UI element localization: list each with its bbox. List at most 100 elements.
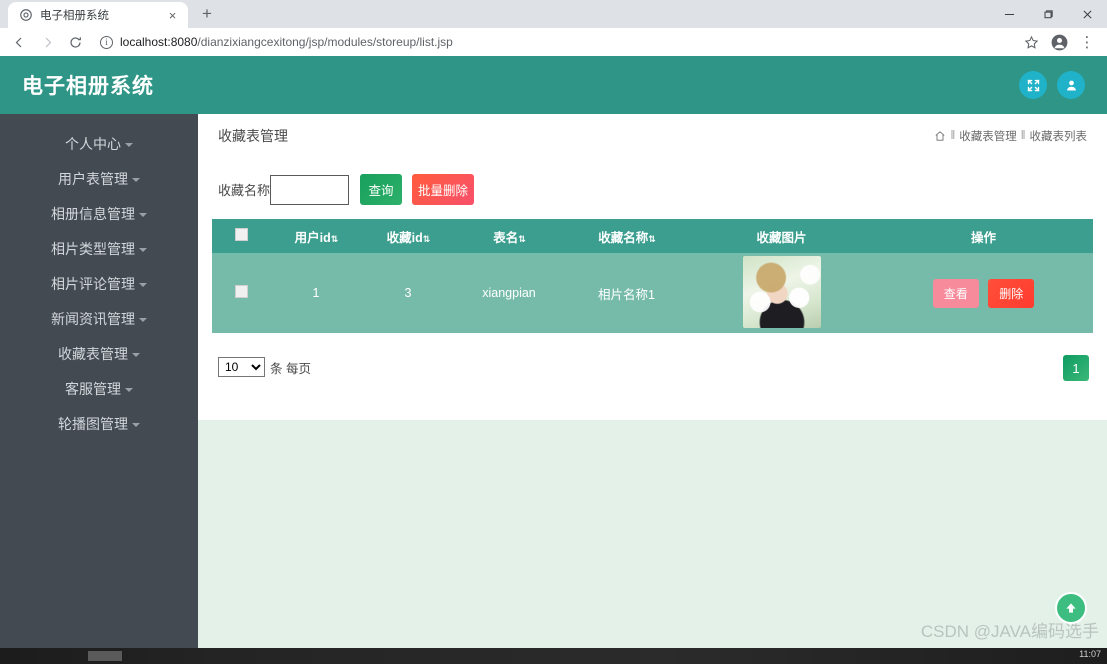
- cell-user-id: 1: [312, 286, 320, 300]
- maximize-icon[interactable]: [1029, 0, 1068, 28]
- sidebar-item-label: 相片评论管理: [51, 275, 135, 292]
- browser-window: 电子相册系统 × + i localhost:8080/dianzixiangc…: [0, 0, 1107, 664]
- site-info-icon[interactable]: i: [100, 35, 113, 49]
- app-title: 电子相册系统: [22, 75, 154, 98]
- scroll-to-top-button[interactable]: [1055, 592, 1087, 624]
- batch-delete-button[interactable]: 批量删除: [412, 174, 475, 205]
- close-icon[interactable]: [1068, 0, 1107, 28]
- sidebar-item-label: 新闻资讯管理: [51, 310, 135, 327]
- chevron-down-icon: [132, 423, 140, 427]
- address-bar[interactable]: i localhost:8080/dianzixiangcexitong/jsp…: [94, 31, 1017, 53]
- sort-icon: ⇅: [518, 233, 525, 244]
- table-head: 用户id⇅ 收藏id⇅ 表名⇅ 收藏名称⇅ 收藏图片 操作: [212, 219, 1093, 253]
- table-body: 1 3 xiangpian 相片名称1 查看 删除: [212, 253, 1093, 333]
- cell-table-name: xiangpian: [482, 286, 536, 300]
- sort-icon: ⇅: [422, 233, 430, 244]
- column-label: 收藏图片: [756, 230, 807, 245]
- tab-strip: 电子相册系统 × +: [0, 0, 1107, 28]
- url-text: localhost:8080/dianzixiangcexitong/jsp/m…: [120, 35, 453, 49]
- taskbar-item[interactable]: [88, 651, 122, 661]
- breadcrumb: ‖ 收藏表管理 ‖ 收藏表列表: [934, 128, 1087, 144]
- tab-title: 电子相册系统: [40, 10, 109, 22]
- sidebar: 个人中心 用户表管理 相册信息管理 相片类型管理 相片评论管理 新闻资讯管理 收…: [0, 114, 198, 648]
- content-area: 收藏表管理 ‖ 收藏表管理 ‖ 收藏表列表 收藏名称 查询 批量删除 用户id⇅…: [198, 114, 1107, 648]
- sidebar-item-label: 相片类型管理: [51, 240, 135, 257]
- chevron-down-icon: [139, 248, 147, 252]
- cell-actions: 查看 删除: [874, 253, 1093, 333]
- cell-storeup-image: [689, 253, 874, 333]
- sort-icon: ⇅: [648, 233, 655, 244]
- column-label: 收藏id: [386, 230, 423, 245]
- search-input[interactable]: [270, 174, 350, 205]
- sidebar-item-photo-comment[interactable]: 相片评论管理: [0, 266, 198, 301]
- chevron-down-icon: [125, 388, 133, 392]
- column-storeup-image: 收藏图片: [689, 219, 874, 253]
- url-path: /dianzixiangcexitong/jsp/modules/storeup…: [197, 35, 453, 49]
- chevron-down-icon: [132, 353, 140, 357]
- select-all-checkbox[interactable]: [234, 228, 248, 241]
- search-label: 收藏名称: [218, 183, 271, 198]
- chevron-down-icon: [139, 283, 147, 287]
- column-label: 表名: [493, 230, 519, 245]
- sidebar-item-customer-service[interactable]: 客服管理: [0, 371, 198, 406]
- tab-close-icon[interactable]: ×: [165, 8, 180, 23]
- back-icon[interactable]: [6, 29, 32, 55]
- toolbar-actions: ⋮: [1019, 30, 1101, 54]
- sidebar-item-user-table[interactable]: 用户表管理: [0, 161, 198, 196]
- browser-tab[interactable]: 电子相册系统 ×: [8, 2, 188, 28]
- column-user-id[interactable]: 用户id⇅: [270, 219, 362, 253]
- page-title: 收藏表管理: [218, 128, 288, 144]
- sidebar-item-personal-center[interactable]: 个人中心: [0, 126, 198, 161]
- window-controls: [990, 0, 1107, 28]
- column-storeup-name[interactable]: 收藏名称⇅: [564, 219, 689, 253]
- sidebar-item-news[interactable]: 新闻资讯管理: [0, 301, 198, 336]
- sidebar-item-photo-type[interactable]: 相片类型管理: [0, 231, 198, 266]
- chevron-down-icon: [125, 143, 133, 147]
- page-size-select[interactable]: 10 20 50 100: [218, 357, 265, 377]
- fullscreen-button[interactable]: [1019, 71, 1047, 99]
- reload-icon[interactable]: [62, 29, 88, 55]
- sidebar-item-label: 客服管理: [65, 380, 121, 397]
- select-all-header: [212, 219, 270, 253]
- sidebar-item-label: 轮播图管理: [58, 415, 128, 432]
- sidebar-item-label: 相册信息管理: [51, 205, 135, 222]
- bookmark-star-icon[interactable]: [1019, 30, 1043, 54]
- column-label: 收藏名称: [598, 230, 649, 245]
- column-label: 操作: [970, 230, 996, 245]
- query-button[interactable]: 查询: [360, 174, 403, 205]
- sidebar-item-carousel[interactable]: 轮播图管理: [0, 406, 198, 441]
- column-storeup-id[interactable]: 收藏id⇅: [362, 219, 454, 253]
- cell-storeup-name: 相片名称1: [598, 287, 655, 302]
- page-number-button[interactable]: 1: [1063, 355, 1089, 381]
- page-viewport: 电子相册系统 个人中心 用户表管理 相册信息管理 相片类型管理 相片评论管理 新…: [0, 56, 1107, 648]
- row-select-cell: [212, 253, 270, 333]
- new-tab-button[interactable]: +: [194, 1, 220, 27]
- row-checkbox[interactable]: [234, 285, 248, 298]
- table-row: 1 3 xiangpian 相片名称1 查看 删除: [212, 253, 1093, 333]
- storeup-thumbnail[interactable]: [742, 255, 821, 328]
- delete-button[interactable]: 删除: [988, 278, 1035, 308]
- view-button[interactable]: 查看: [932, 278, 979, 308]
- user-button[interactable]: [1057, 71, 1085, 99]
- sidebar-item-label: 个人中心: [65, 135, 121, 152]
- taskbar-clock: 11:07: [1079, 649, 1101, 659]
- sidebar-item-storeup[interactable]: 收藏表管理: [0, 336, 198, 371]
- browser-menu-icon[interactable]: ⋮: [1075, 30, 1099, 54]
- table-header-row: 用户id⇅ 收藏id⇅ 表名⇅ 收藏名称⇅ 收藏图片 操作: [212, 219, 1093, 253]
- browser-toolbar: i localhost:8080/dianzixiangcexitong/jsp…: [0, 28, 1107, 56]
- profile-icon[interactable]: [1047, 30, 1071, 54]
- sidebar-item-album-info[interactable]: 相册信息管理: [0, 196, 198, 231]
- home-icon[interactable]: [934, 130, 946, 142]
- sidebar-item-label: 用户表管理: [58, 170, 128, 187]
- pagination: 10 20 50 100 条 每页 1: [212, 333, 1093, 393]
- url-host: localhost:8080: [120, 35, 198, 49]
- sort-icon: ⇅: [330, 233, 338, 244]
- column-table-name[interactable]: 表名⇅: [454, 219, 564, 253]
- minimize-icon[interactable]: [990, 0, 1029, 28]
- breadcrumb-item-2: 收藏表列表: [1029, 131, 1088, 143]
- os-taskbar: 11:07: [0, 648, 1107, 664]
- panel-header: 收藏表管理 ‖ 收藏表管理 ‖ 收藏表列表: [212, 114, 1093, 158]
- breadcrumb-item-1[interactable]: 收藏表管理: [959, 128, 1017, 144]
- column-label: 用户id: [294, 230, 331, 245]
- search-bar: 收藏名称 查询 批量删除: [212, 158, 1093, 219]
